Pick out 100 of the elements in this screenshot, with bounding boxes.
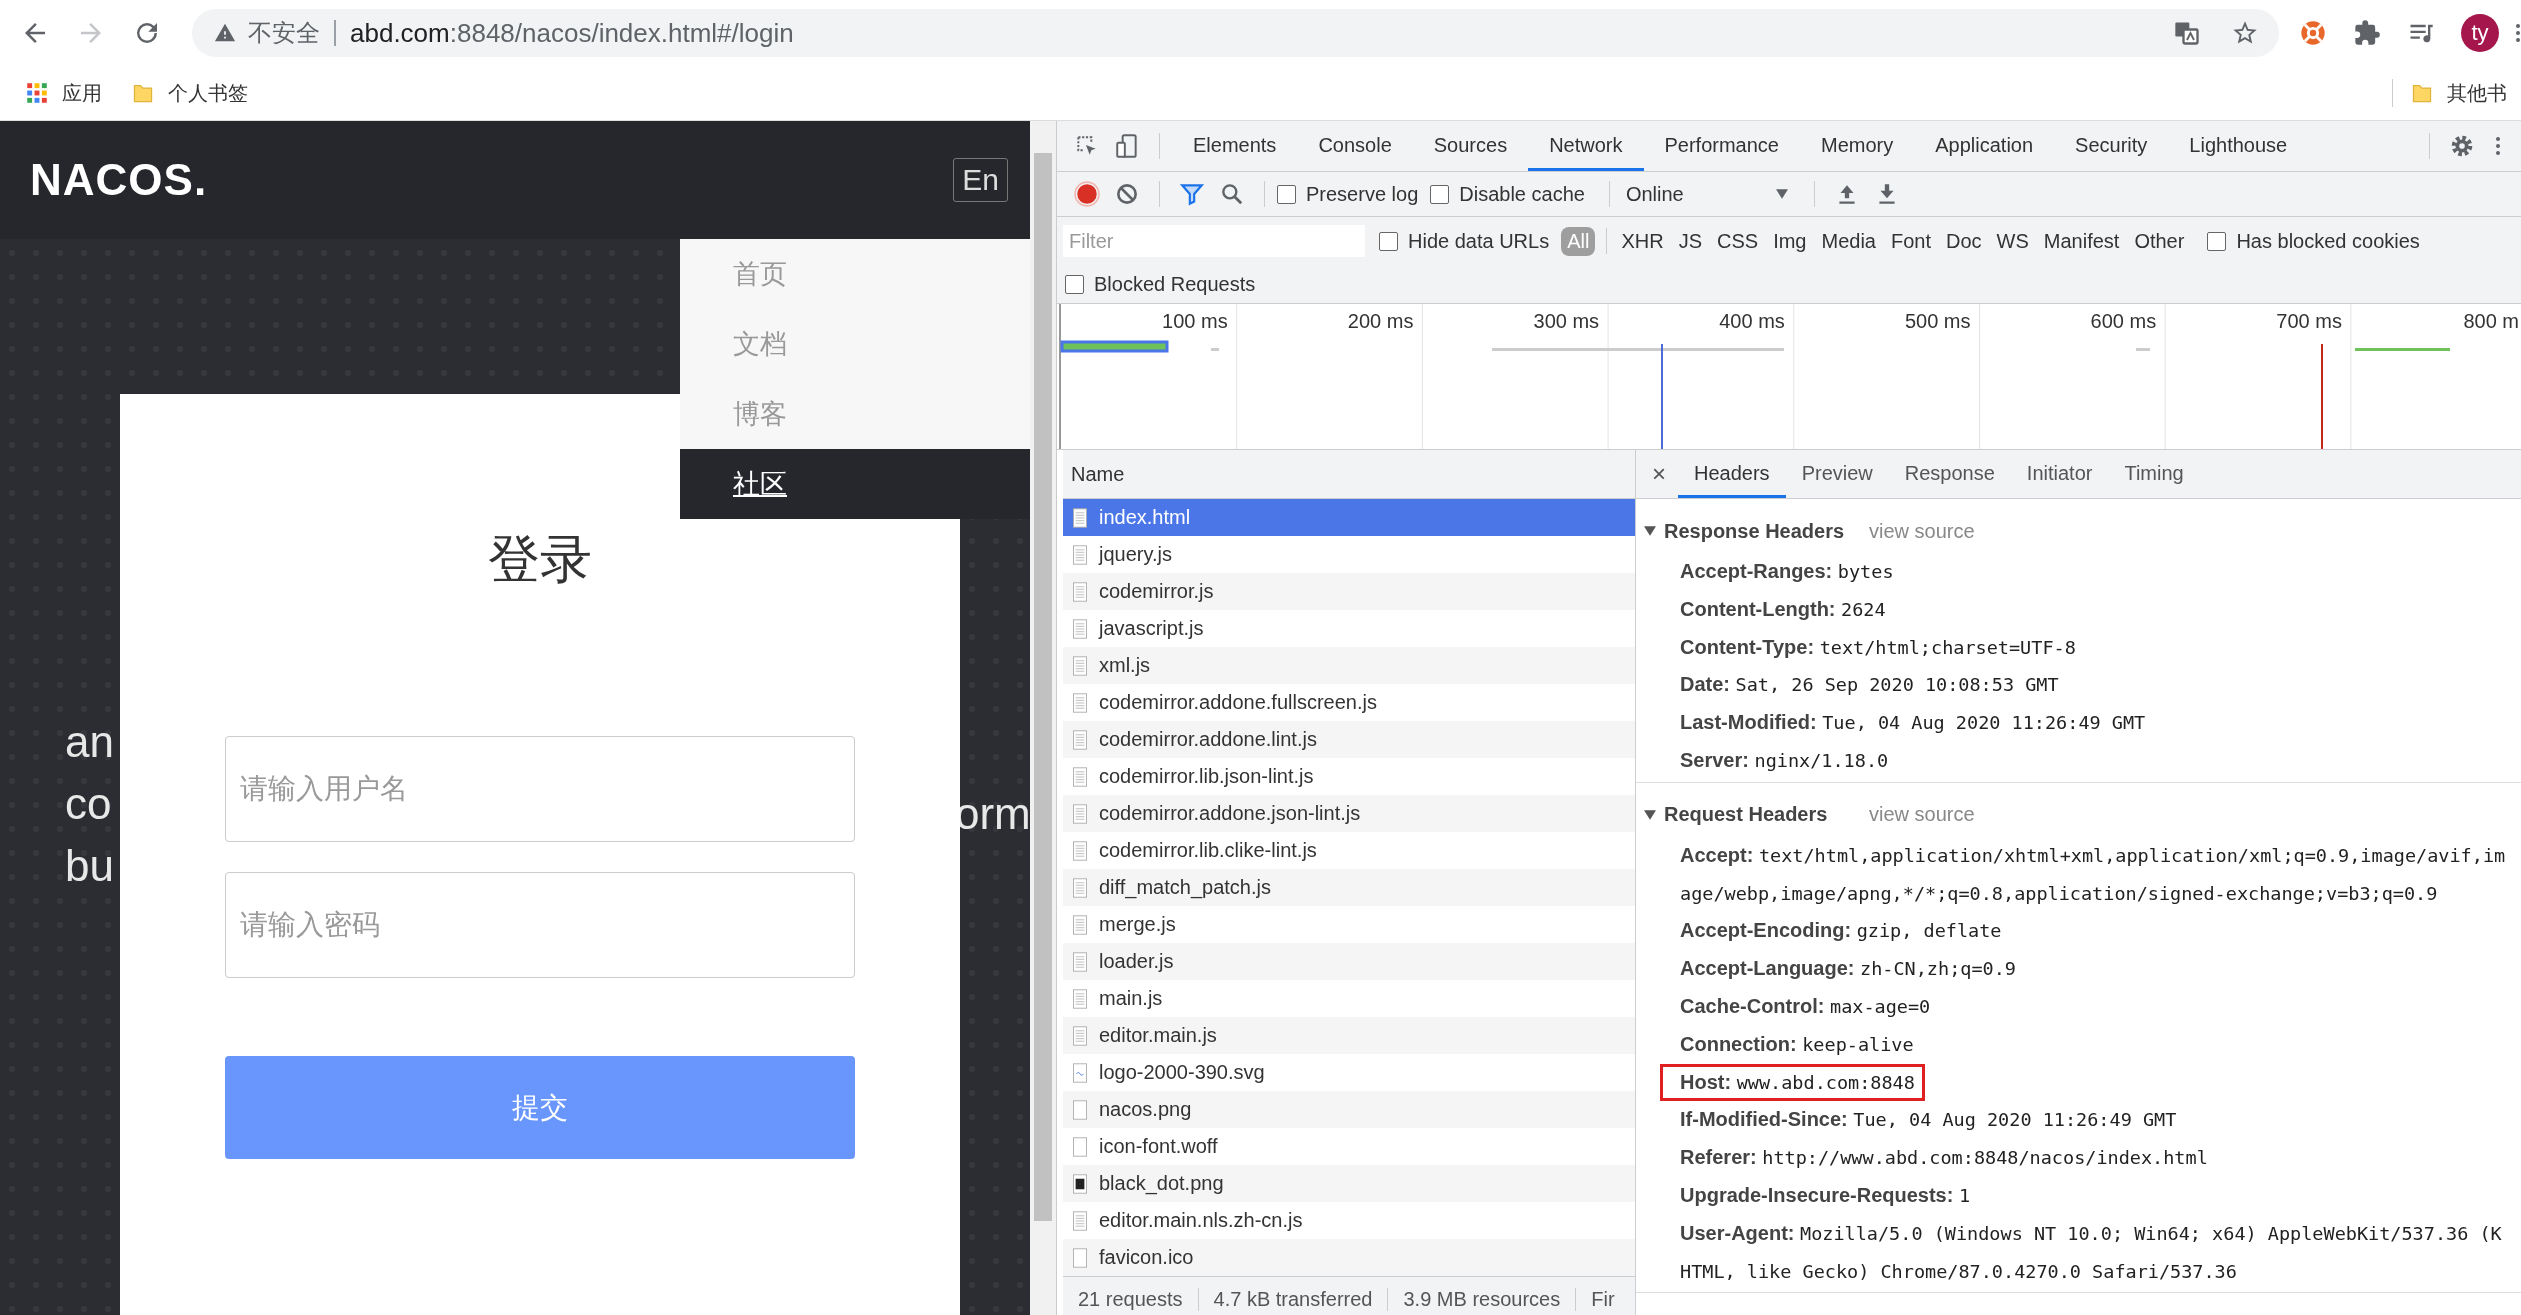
request-name: logo-2000-390.svg bbox=[1099, 1061, 1265, 1084]
type-filter[interactable]: Doc bbox=[1940, 226, 1988, 256]
menu-icon[interactable] bbox=[2515, 21, 2521, 45]
detail-tab[interactable]: Initiator bbox=[2010, 450, 2109, 498]
record-icon[interactable] bbox=[1074, 181, 1100, 207]
request-row[interactable]: codemirror.lib.json-lint.js bbox=[1063, 758, 1635, 795]
checkbox[interactable] bbox=[1065, 274, 1084, 294]
more-icon[interactable] bbox=[2495, 134, 2501, 158]
clear-icon[interactable] bbox=[1114, 181, 1140, 207]
input-field[interactable]: 请输入密码 bbox=[225, 872, 855, 978]
expanded-triangle-icon[interactable] bbox=[1644, 808, 1656, 821]
section-title[interactable]: Request Headers bbox=[1664, 803, 1869, 827]
request-row[interactable]: logo-2000-390.svg bbox=[1063, 1054, 1635, 1091]
panel-tab[interactable]: Performance bbox=[1643, 121, 1800, 171]
detail-tab[interactable]: Timing bbox=[2108, 450, 2200, 498]
file-icon bbox=[1073, 914, 1087, 935]
request-name: loader.js bbox=[1099, 950, 1174, 973]
request-row[interactable]: black_dot.png bbox=[1063, 1165, 1635, 1202]
view-source-link[interactable]: view source bbox=[1869, 803, 1975, 827]
type-filter[interactable]: Font bbox=[1884, 226, 1937, 256]
panel-tab[interactable]: Elements bbox=[1172, 121, 1298, 171]
type-filter[interactable]: CSS bbox=[1711, 226, 1765, 256]
request-row[interactable]: editor.main.nls.zh-cn.js bbox=[1063, 1202, 1635, 1239]
checkbox[interactable] bbox=[1277, 184, 1296, 204]
type-filter[interactable]: JS bbox=[1672, 226, 1708, 256]
request-row[interactable]: codemirror.lib.clike-lint.js bbox=[1063, 832, 1635, 869]
panel-tab[interactable]: Security bbox=[2054, 121, 2169, 171]
view-source-link[interactable]: view source bbox=[1869, 519, 1975, 543]
request-row[interactable]: codemirror.addone.lint.js bbox=[1063, 721, 1635, 758]
header-line: Content-Type: text/html;charset=UTF-8 bbox=[1680, 634, 2077, 660]
throttling-select[interactable]: Online bbox=[1621, 182, 1776, 206]
checkbox-label[interactable]: Hide data URLs bbox=[1408, 229, 1550, 253]
request-row[interactable]: icon-font.woff bbox=[1063, 1128, 1635, 1165]
device-icon[interactable] bbox=[1114, 133, 1140, 159]
request-row[interactable]: jquery.js bbox=[1063, 536, 1635, 573]
request-row[interactable]: favicon.ico bbox=[1063, 1239, 1635, 1276]
checkbox-label[interactable]: Disable cache bbox=[1459, 182, 1585, 206]
checkbox[interactable] bbox=[2207, 231, 2227, 251]
type-filter[interactable]: WS bbox=[1990, 226, 2035, 256]
request-row[interactable]: codemirror.addone.json-lint.js bbox=[1063, 795, 1635, 832]
close-button[interactable]: × bbox=[1636, 460, 1678, 488]
request-name: codemirror.lib.clike-lint.js bbox=[1099, 839, 1317, 862]
type-filter[interactable]: XHR bbox=[1615, 226, 1670, 256]
puzzle-icon[interactable] bbox=[2353, 19, 2381, 47]
request-row[interactable]: nacos.png bbox=[1063, 1091, 1635, 1128]
request-row[interactable]: merge.js bbox=[1063, 906, 1635, 943]
request-row[interactable]: index.html bbox=[1063, 499, 1635, 536]
file-icon bbox=[1073, 840, 1087, 861]
checkbox[interactable] bbox=[1379, 231, 1398, 251]
checkbox[interactable] bbox=[1430, 184, 1450, 204]
column-header[interactable]: Name bbox=[1063, 450, 1635, 499]
filter-icon[interactable] bbox=[1179, 181, 1205, 207]
detail-tab[interactable]: Response bbox=[1888, 450, 2011, 498]
summary-text: Fir bbox=[1590, 1288, 1615, 1311]
menu-item[interactable]: 社区 bbox=[680, 449, 1030, 519]
expanded-triangle-icon[interactable] bbox=[1644, 525, 1656, 537]
request-row[interactable]: editor.main.js bbox=[1063, 1017, 1635, 1054]
logo[interactable]: NACOS. bbox=[30, 155, 208, 205]
checkbox-label[interactable]: Preserve log bbox=[1306, 182, 1419, 206]
bookmark-link[interactable]: 应用 bbox=[62, 79, 102, 107]
detail-tab[interactable]: Headers bbox=[1678, 450, 1786, 498]
settings-icon[interactable] bbox=[2449, 133, 2475, 159]
panel-tab[interactable]: Console bbox=[1297, 121, 1413, 171]
filter-field[interactable]: Filter bbox=[1063, 225, 1365, 257]
tick-label: 100 ms bbox=[1162, 310, 1228, 333]
request-row[interactable]: diff_match_patch.js bbox=[1063, 869, 1635, 906]
request-row[interactable]: javascript.js bbox=[1063, 610, 1635, 647]
request-row[interactable]: codemirror.addone.fullscreen.js bbox=[1063, 684, 1635, 721]
type-filter[interactable]: Media bbox=[1815, 226, 1882, 256]
search-icon[interactable] bbox=[1219, 181, 1245, 207]
detail-tab[interactable]: Preview bbox=[1785, 450, 1889, 498]
panel-tab[interactable]: Memory bbox=[1800, 121, 1915, 171]
profile-avatar[interactable]: ty bbox=[2461, 14, 2499, 52]
apps-grid-icon[interactable] bbox=[26, 82, 48, 104]
file-icon bbox=[1073, 877, 1087, 898]
request-row[interactable]: loader.js bbox=[1063, 943, 1635, 980]
type-filter[interactable]: Img bbox=[1767, 226, 1813, 256]
request-row[interactable]: codemirror.js bbox=[1063, 573, 1635, 610]
section-title[interactable]: Response Headers bbox=[1664, 519, 1869, 543]
scrollbar[interactable] bbox=[1030, 121, 1056, 1315]
input-field[interactable]: 请输入用户名 bbox=[225, 736, 855, 842]
checkbox-label[interactable]: Blocked Requests bbox=[1094, 272, 1256, 296]
request-name: merge.js bbox=[1099, 913, 1176, 936]
request-row[interactable]: xml.js bbox=[1063, 647, 1635, 684]
request-row[interactable]: main.js bbox=[1063, 980, 1635, 1017]
address-bar[interactable]: 不安全 abd.com:8848/nacos/index.html#/login bbox=[192, 9, 2279, 57]
extension-icon[interactable] bbox=[2299, 19, 2327, 47]
request-name: diff_match_patch.js bbox=[1099, 876, 1271, 899]
panel-tab[interactable]: Sources bbox=[1412, 121, 1529, 171]
type-filter[interactable]: Manifest bbox=[2037, 226, 2126, 256]
panel-tab[interactable]: Lighthouse bbox=[2168, 121, 2309, 171]
language-button[interactable]: En bbox=[953, 158, 1008, 202]
bookmark-link[interactable]: 个人书签 bbox=[168, 79, 248, 107]
security-label: 不安全 bbox=[248, 18, 320, 48]
type-filter[interactable]: Other bbox=[2128, 226, 2191, 256]
bookmark-link[interactable]: 其他书 bbox=[2447, 79, 2507, 107]
panel-tab[interactable]: Application bbox=[1914, 121, 2055, 171]
checkbox-label[interactable]: Has blocked cookies bbox=[2236, 229, 2420, 253]
request-name: editor.main.nls.zh-cn.js bbox=[1099, 1209, 1303, 1232]
caret-icon[interactable] bbox=[1775, 189, 1788, 199]
